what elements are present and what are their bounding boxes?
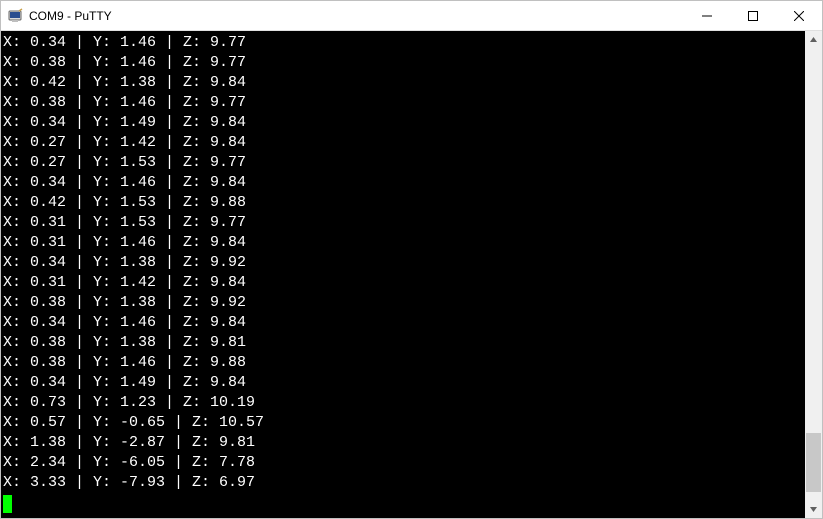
terminal-line: X: 1.38 | Y: -2.87 | Z: 9.81	[3, 433, 803, 453]
scrollbar-track[interactable]	[805, 48, 822, 501]
terminal-line: X: 0.27 | Y: 1.53 | Z: 9.77	[3, 153, 803, 173]
terminal-line: X: 0.38 | Y: 1.38 | Z: 9.81	[3, 333, 803, 353]
terminal-cursor	[3, 495, 12, 513]
terminal-line: X: 0.38 | Y: 1.46 | Z: 9.88	[3, 353, 803, 373]
scrollbar-thumb[interactable]	[806, 433, 821, 492]
terminal-line: X: 0.31 | Y: 1.42 | Z: 9.84	[3, 273, 803, 293]
terminal-line: X: 0.31 | Y: 1.46 | Z: 9.84	[3, 233, 803, 253]
terminal-line: X: 0.34 | Y: 1.49 | Z: 9.84	[3, 373, 803, 393]
vertical-scrollbar[interactable]	[805, 31, 822, 518]
terminal-cursor-row	[3, 493, 803, 513]
terminal-line: X: 0.73 | Y: 1.23 | Z: 10.19	[3, 393, 803, 413]
terminal-line: X: 0.34 | Y: 1.46 | Z: 9.77	[3, 33, 803, 53]
terminal-line: X: 0.42 | Y: 1.53 | Z: 9.88	[3, 193, 803, 213]
close-button[interactable]	[776, 1, 822, 30]
terminal-output[interactable]: X: 0.34 | Y: 1.46 | Z: 9.77X: 0.38 | Y: …	[1, 31, 805, 518]
putty-icon	[7, 8, 23, 24]
minimize-button[interactable]	[684, 1, 730, 30]
terminal-line: X: 0.31 | Y: 1.53 | Z: 9.77	[3, 213, 803, 233]
terminal-line: X: 0.38 | Y: 1.38 | Z: 9.92	[3, 293, 803, 313]
terminal-line: X: 0.38 | Y: 1.46 | Z: 9.77	[3, 53, 803, 73]
scroll-up-button[interactable]	[805, 31, 822, 48]
window-title: COM9 - PuTTY	[29, 9, 684, 23]
scroll-down-button[interactable]	[805, 501, 822, 518]
terminal-line: X: 0.57 | Y: -0.65 | Z: 10.57	[3, 413, 803, 433]
maximize-button[interactable]	[730, 1, 776, 30]
terminal-line: X: 0.34 | Y: 1.46 | Z: 9.84	[3, 313, 803, 333]
terminal-line: X: 0.27 | Y: 1.42 | Z: 9.84	[3, 133, 803, 153]
client-area: X: 0.34 | Y: 1.46 | Z: 9.77X: 0.38 | Y: …	[1, 31, 822, 518]
titlebar[interactable]: COM9 - PuTTY	[1, 1, 822, 31]
terminal-line: X: 0.34 | Y: 1.38 | Z: 9.92	[3, 253, 803, 273]
terminal-line: X: 2.34 | Y: -6.05 | Z: 7.78	[3, 453, 803, 473]
terminal-line: X: 0.34 | Y: 1.46 | Z: 9.84	[3, 173, 803, 193]
terminal-line: X: 0.42 | Y: 1.38 | Z: 9.84	[3, 73, 803, 93]
app-window: COM9 - PuTTY X: 0.34 | Y: 1.46 | Z: 9.77…	[0, 0, 823, 519]
terminal-line: X: 0.38 | Y: 1.46 | Z: 9.77	[3, 93, 803, 113]
terminal-line: X: 0.34 | Y: 1.49 | Z: 9.84	[3, 113, 803, 133]
window-controls	[684, 1, 822, 30]
terminal-line: X: 3.33 | Y: -7.93 | Z: 6.97	[3, 473, 803, 493]
